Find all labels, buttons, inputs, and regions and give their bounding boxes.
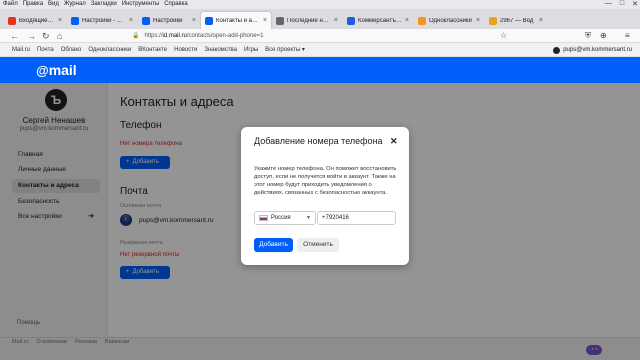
tab-label: Входящие - VK WorkM: [19, 17, 55, 24]
maximize-icon[interactable]: □: [620, 0, 624, 9]
phone-input[interactable]: [322, 212, 391, 224]
tab-ok[interactable]: Одноклассники ×: [414, 12, 484, 29]
forward-icon[interactable]: →: [27, 30, 36, 42]
url-prefix: https://: [144, 33, 163, 39]
tab-close-icon[interactable]: ×: [58, 17, 62, 24]
tab-favicon-icon: [489, 16, 497, 25]
tab-settings[interactable]: Настройки ×: [138, 12, 200, 29]
shield-icon[interactable]: ⛨: [585, 30, 591, 42]
tab-label: Контакты и адреса: [216, 17, 260, 24]
portal-link-ok[interactable]: Одноклассники: [88, 43, 131, 56]
tab-close-icon[interactable]: ×: [476, 17, 480, 24]
lock-icon: 🔒: [132, 33, 140, 39]
os-menu-file[interactable]: Файл: [3, 0, 18, 9]
tab-favicon-icon: [205, 16, 213, 25]
back-icon[interactable]: ←: [10, 30, 19, 42]
cancel-button[interactable]: Отменить: [297, 238, 339, 252]
country-value: Россия: [271, 215, 291, 221]
tab-close-icon[interactable]: ×: [539, 17, 543, 24]
logo-at: @: [36, 63, 49, 78]
os-menu-help[interactable]: Справка: [164, 0, 188, 9]
site-header: [0, 57, 640, 83]
url-domain: id.mail.ru: [162, 33, 187, 39]
tab-label: Настройки - Почта: [82, 17, 126, 24]
menu-icon[interactable]: ≡: [625, 30, 630, 42]
minimize-icon[interactable]: —: [605, 0, 612, 9]
tab-close-icon[interactable]: ×: [334, 17, 338, 24]
mail-logo[interactable]: @mail: [36, 62, 77, 78]
submit-phone-button[interactable]: Добавить: [254, 238, 293, 252]
home-icon[interactable]: ⌂: [57, 30, 62, 42]
tab-label: 2967 — Вод: [500, 17, 534, 24]
tab-label: Последние новости б: [287, 17, 331, 24]
bookmark-star-icon[interactable]: ☆: [500, 30, 507, 42]
tab-label: Коммерсантъ Черно: [358, 17, 402, 24]
os-menu-view[interactable]: Вид: [48, 0, 59, 9]
tab-kommersant[interactable]: Коммерсантъ Черно×: [343, 12, 413, 29]
reload-icon[interactable]: ↻: [42, 30, 50, 42]
tab-favicon-icon: [276, 16, 284, 25]
logo-text: mail: [48, 62, 77, 78]
os-menu-edit[interactable]: Правка: [23, 0, 43, 9]
tab-close-icon[interactable]: ×: [263, 17, 267, 24]
window-controls: — □ ✕: [605, 0, 638, 9]
tab-favicon-icon: [418, 16, 426, 25]
tab-contacts[interactable]: Контакты и адреса×: [201, 12, 271, 29]
portal-nav: Mail.ru Почта Облако Одноклассники ВКонт…: [0, 43, 640, 57]
top-user-menu[interactable]: pups@vm.kommersant.ru: [553, 43, 632, 57]
portal-link-mail[interactable]: Почта: [37, 43, 54, 56]
tab-close-icon[interactable]: ×: [405, 17, 409, 24]
tab-label: Настройки: [153, 17, 183, 24]
tab-news[interactable]: Последние новости б×: [272, 12, 342, 29]
russia-flag-icon: [259, 215, 268, 221]
portal-link-all-projects[interactable]: Все проекты ▾: [265, 43, 305, 56]
portal-link-dating[interactable]: Знакомства: [204, 43, 237, 56]
portal-link-games[interactable]: Игры: [244, 43, 258, 56]
url-path: /contacts/open-add-phone=1: [186, 33, 264, 39]
portal-link-mailru[interactable]: Mail.ru: [12, 43, 30, 56]
tab-label: Одноклассники: [429, 17, 472, 24]
tab-close-icon[interactable]: ×: [129, 17, 133, 24]
os-menu-bar: Файл Правка Вид Журнал Закладки Инструме…: [0, 0, 640, 9]
country-select[interactable]: Россия ▼: [254, 211, 316, 225]
top-user-email: pups@vm.kommersant.ru: [563, 47, 632, 53]
tab-favicon-icon: [71, 16, 79, 25]
avatar: [553, 46, 561, 54]
os-menu-history[interactable]: Журнал: [64, 0, 86, 9]
tab-close-icon[interactable]: ×: [192, 17, 196, 24]
portal-link-cloud[interactable]: Облако: [61, 43, 82, 56]
tab-favicon-icon: [8, 16, 16, 25]
phone-field-wrapper: [317, 211, 396, 225]
portal-link-vk[interactable]: ВКонтакте: [138, 43, 167, 56]
tab-vod[interactable]: 2967 — Вод ×: [485, 12, 547, 29]
chevron-down-icon: ▼: [306, 215, 311, 221]
browser-toolbar: ← → ↻ ⌂ 🔒 https://id.mail.ru/contacts/op…: [0, 29, 640, 43]
tab-inbox[interactable]: Входящие - VK WorkM×: [4, 12, 66, 29]
tab-bar: Входящие - VK WorkM× Настройки - Почта× …: [0, 9, 640, 29]
os-menu-bookmarks[interactable]: Закладки: [91, 0, 117, 9]
close-window-icon[interactable]: ✕: [632, 0, 638, 9]
close-icon[interactable]: ✕: [390, 136, 398, 147]
dialog-description: Укажите номер телефона. Он поможет восст…: [254, 166, 397, 196]
dialog-title: Добавление номера телефона: [254, 136, 383, 146]
tab-settings-mail[interactable]: Настройки - Почта×: [67, 12, 137, 29]
portal-link-news[interactable]: Новости: [174, 43, 197, 56]
tab-favicon-icon: [142, 16, 150, 25]
extensions-icon[interactable]: ⊕: [600, 30, 607, 42]
address-bar[interactable]: 🔒 https://id.mail.ru/contacts/open-add-p…: [132, 31, 492, 41]
os-menu-tools[interactable]: Инструменты: [122, 0, 159, 9]
tab-favicon-icon: [347, 16, 355, 25]
